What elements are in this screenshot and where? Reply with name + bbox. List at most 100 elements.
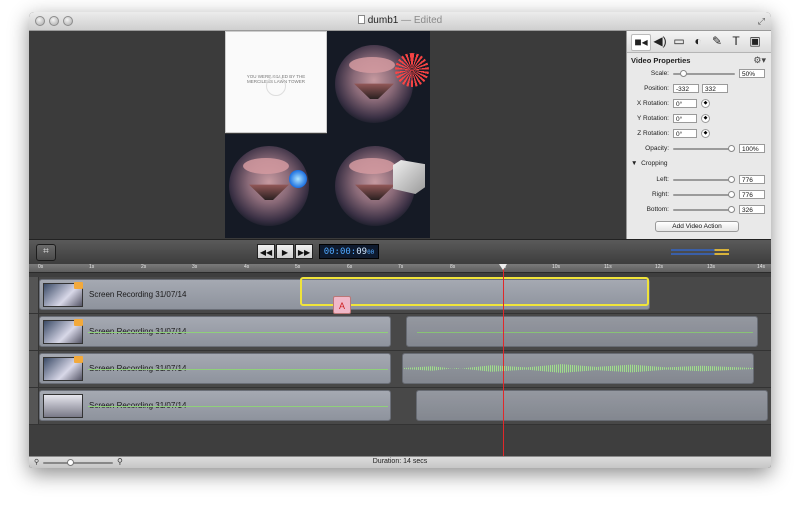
scale-field[interactable]: 50% <box>739 69 765 78</box>
playhead-line[interactable] <box>503 264 504 468</box>
game-tree <box>349 57 395 73</box>
blue-sphere <box>289 170 307 188</box>
y-rotation-field[interactable]: 0° <box>673 114 697 123</box>
timecode-frames: 00 <box>367 249 375 256</box>
inspector-tabs: ■◂ ◀) ▭ ◐ ✎ T ▣ <box>627 31 771 53</box>
recording-clip[interactable]: Screen Recording 31/07/14 <box>39 390 391 421</box>
timeline-track-2[interactable]: Screen Recording 31/07/14 <box>29 314 771 351</box>
screen-tab-icon[interactable]: ▭ <box>670 34 688 49</box>
video-quad-top-right[interactable] <box>327 31 430 134</box>
video-action-badge-icon <box>74 356 83 363</box>
opacity-slider-knob[interactable] <box>728 145 735 152</box>
opacity-label: Opacity: <box>645 145 669 152</box>
selected-clip-outline[interactable] <box>300 277 649 306</box>
document-name: dumb1 <box>367 15 399 26</box>
app-window: dumb1 — Edited ⤢ YOU WERE KILLED BY THE … <box>29 12 771 468</box>
crop-left-slider[interactable] <box>673 179 735 181</box>
timeline-track-4[interactable]: Screen Recording 31/07/14 <box>29 388 771 425</box>
track-header[interactable] <box>29 351 39 387</box>
ruler-tick: 0s <box>38 264 44 270</box>
x-rotation-field[interactable]: 0° <box>673 99 697 108</box>
crop-right-field[interactable]: 776 <box>739 190 765 199</box>
crop-left-field[interactable]: 776 <box>739 175 765 184</box>
x-rotation-stepper[interactable]: ◆ <box>701 99 710 108</box>
opacity-field[interactable]: 100% <box>739 144 765 153</box>
opacity-slider[interactable] <box>673 148 735 150</box>
z-rotation-label: Z Rotation: <box>637 130 669 137</box>
crop-icon[interactable]: ⌗ <box>36 244 56 261</box>
inspector-panel: ■◂ ◀) ▭ ◐ ✎ T ▣ Video Properties ⚙▾ Scal… <box>626 31 771 239</box>
text-tab-icon[interactable]: T <box>727 34 745 49</box>
recording-clip[interactable]: Screen Recording 31/07/14 <box>39 353 391 384</box>
position-x-field[interactable]: -332 <box>673 84 699 93</box>
game-tree <box>349 158 395 174</box>
position-label: Position: <box>644 85 669 92</box>
track-header[interactable] <box>29 314 39 350</box>
crop-left-slider-knob[interactable] <box>728 176 735 183</box>
firework-burst <box>395 53 429 87</box>
annotation-tab-icon[interactable]: ✎ <box>708 34 726 49</box>
rewind-button[interactable]: ◀◀ <box>257 244 275 259</box>
audio-level-line <box>88 406 388 407</box>
crop-bottom-field[interactable]: 326 <box>739 205 765 214</box>
z-rotation-stepper[interactable]: ◆ <box>701 129 710 138</box>
scale-label: Scale: <box>650 70 669 77</box>
crop-left-label: Left: <box>656 176 669 183</box>
ruler-tick: 2s <box>141 264 147 270</box>
ruler-tick: 12s <box>655 264 664 270</box>
duration-label: Duration: 14 secs <box>372 458 428 465</box>
cursor-tab-icon[interactable]: ◐ <box>689 34 707 49</box>
video-quad-bottom-right[interactable] <box>327 134 430 238</box>
window-title: dumb1 — Edited <box>29 15 771 26</box>
ruler-tick: 8s <box>450 264 456 270</box>
crop-bottom-slider[interactable] <box>673 209 735 211</box>
y-rotation-stepper[interactable]: ◆ <box>701 114 710 123</box>
recording-clip-continued[interactable] <box>406 316 758 347</box>
fullscreen-icon[interactable]: ⤢ <box>758 16 765 27</box>
audio-level-line <box>88 332 388 333</box>
audio-level-meter-right <box>671 253 729 255</box>
image-tab-icon[interactable]: ▣ <box>746 34 764 49</box>
video-action-marker-icon[interactable]: A <box>333 296 351 314</box>
video-properties-heading: Video Properties <box>631 56 691 65</box>
crop-right-slider-knob[interactable] <box>728 191 735 198</box>
recording-clip[interactable]: Screen Recording 31/07/14 <box>39 316 391 347</box>
scale-slider-knob[interactable] <box>679 70 687 77</box>
crop-bottom-label: Bottom: <box>646 206 669 213</box>
track-header[interactable] <box>29 388 39 424</box>
play-button[interactable]: ▶ <box>276 244 294 259</box>
time-ruler[interactable]: 0s 1s 2s 3s 4s 5s 6s 7s 8s 9s 10s 11s 12… <box>29 264 771 273</box>
ruler-tick: 1s <box>89 264 95 270</box>
position-y-field[interactable]: 332 <box>702 84 728 93</box>
audio-level-line <box>88 369 388 370</box>
crop-right-slider[interactable] <box>673 194 735 196</box>
recording-clip-continued[interactable] <box>416 390 768 421</box>
audio-tab-icon[interactable]: ◀) <box>651 34 669 49</box>
video-action-badge-icon <box>74 319 83 326</box>
crop-right-label: Right: <box>652 191 669 198</box>
selected-video-quad[interactable]: YOU WERE KILLED BY THE MERCILESS LAWN TO… <box>225 31 327 133</box>
gear-icon[interactable]: ⚙▾ <box>753 55 766 66</box>
cropping-label: Cropping <box>641 160 668 167</box>
video-quad-bottom-left[interactable] <box>225 134 327 238</box>
game-tree <box>243 158 289 174</box>
ruler-tick: 10s <box>552 264 561 270</box>
timeline[interactable]: 0s 1s 2s 3s 4s 5s 6s 7s 8s 9s 10s 11s 12… <box>29 264 771 468</box>
crop-bottom-slider-knob[interactable] <box>728 206 735 213</box>
z-rotation-field[interactable]: 0° <box>673 129 697 138</box>
add-video-action-button[interactable]: Add Video Action <box>655 221 739 232</box>
playback-toolbar: ⌗ ◀◀ ▶ ▶▶ 00:00:0900 <box>29 239 771 266</box>
timeline-track-3[interactable]: Screen Recording 31/07/14 <box>29 351 771 388</box>
cropping-disclosure[interactable]: ▼ Cropping <box>631 160 667 167</box>
video-tab-icon[interactable]: ■◂ <box>631 34 651 51</box>
edited-indicator: — Edited <box>401 15 443 26</box>
ruler-tick: 6s <box>347 264 353 270</box>
canvas-preview[interactable]: YOU WERE KILLED BY THE MERCILESS LAWN TO… <box>29 31 626 239</box>
audio-level-meter-left <box>671 249 729 251</box>
fast-forward-button[interactable]: ▶▶ <box>295 244 313 259</box>
timecode-hours-minutes: 00:00: <box>323 247 357 257</box>
ruler-tick: 13s <box>707 264 716 270</box>
track-header[interactable] <box>29 277 39 313</box>
ruler-tick: 7s <box>398 264 404 270</box>
disclosure-triangle-icon: ▼ <box>631 160 638 167</box>
